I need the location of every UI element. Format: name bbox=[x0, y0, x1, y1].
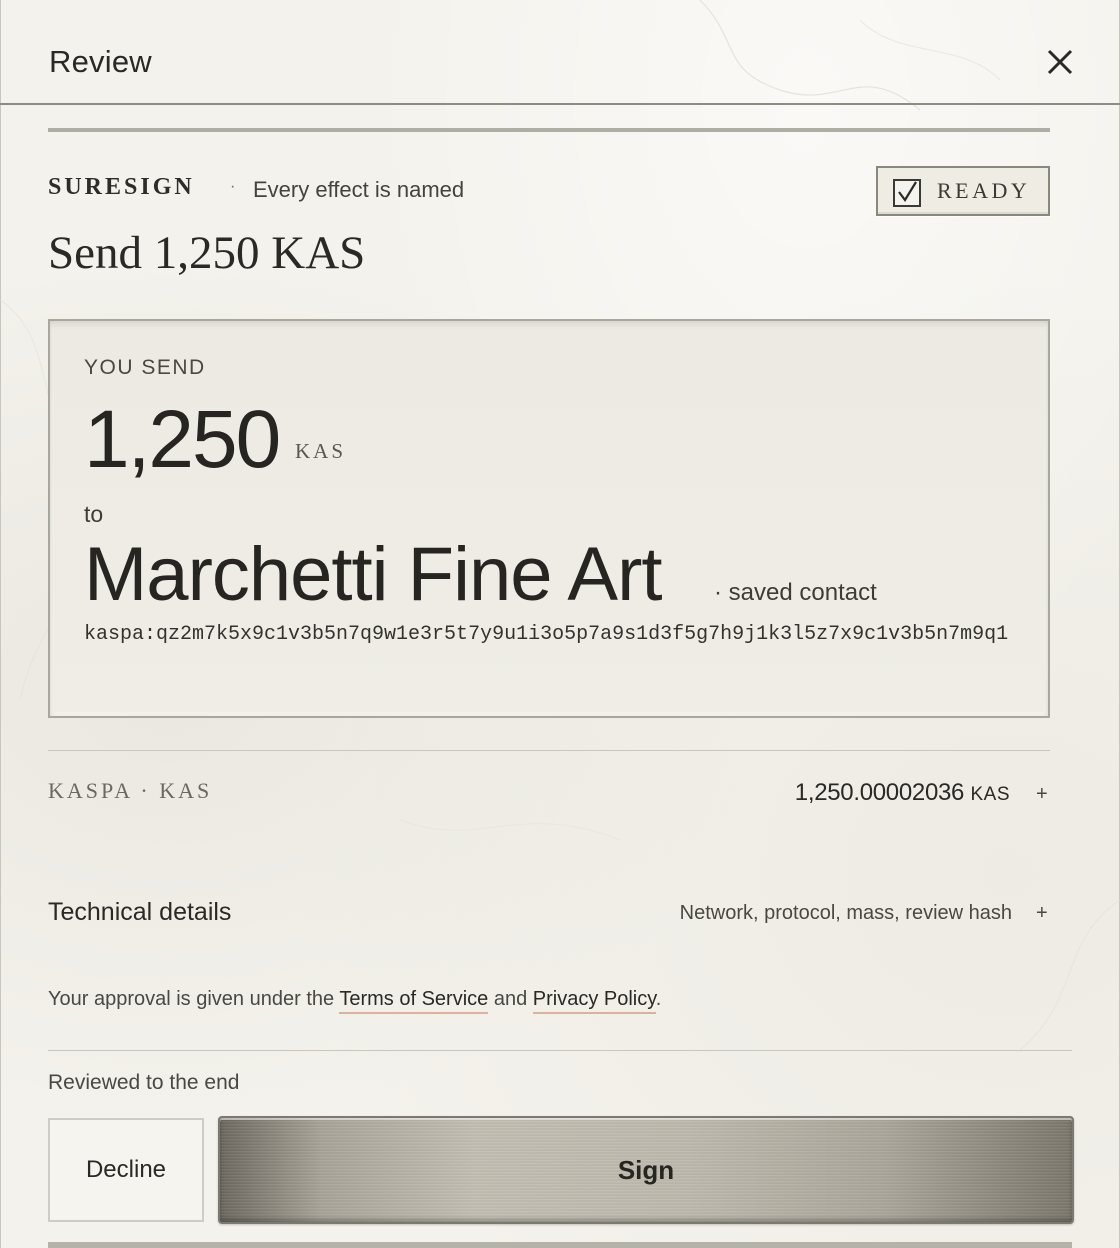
brand-name: SURESIGN bbox=[48, 174, 195, 200]
legal-prefix: Your approval is given under the bbox=[48, 988, 340, 1010]
asset-total-value: 1,250.00002036 bbox=[794, 779, 965, 806]
legal-notice: Your approval is given under the Terms o… bbox=[48, 988, 662, 1014]
send-summary-panel: YOU SEND 1,250 KAS to Marchetti Fine Art… bbox=[48, 319, 1050, 718]
reviewed-status: Reviewed to the end bbox=[48, 1071, 240, 1094]
technical-details-description: Network, protocol, mass, review hash bbox=[679, 902, 1012, 924]
ready-badge: READY bbox=[876, 166, 1050, 216]
you-send-label: YOU SEND bbox=[84, 356, 206, 379]
close-icon[interactable] bbox=[1040, 43, 1080, 83]
terms-of-service-link[interactable]: Terms of Service bbox=[339, 988, 489, 1014]
legal-middle: and bbox=[488, 988, 533, 1010]
send-amount: 1,250 bbox=[84, 394, 281, 485]
dialog-header: Review bbox=[0, 0, 1120, 105]
recipient-name: Marchetti Fine Art bbox=[84, 532, 663, 617]
sign-button[interactable]: Sign bbox=[218, 1116, 1074, 1224]
bottom-edge bbox=[48, 1242, 1072, 1248]
to-label: to bbox=[84, 501, 104, 527]
asset-label: KASPA · KAS bbox=[48, 778, 213, 803]
top-rule bbox=[48, 128, 1050, 132]
technical-details-title[interactable]: Technical details bbox=[48, 898, 231, 927]
send-unit: KAS bbox=[295, 439, 347, 463]
asset-total-unit: KAS bbox=[970, 784, 1010, 805]
brand-tagline: Every effect is named bbox=[253, 177, 465, 202]
transaction-headline: Send 1,250 KAS bbox=[48, 227, 366, 279]
expand-technical-icon[interactable]: + bbox=[1036, 902, 1048, 925]
legal-suffix: . bbox=[655, 988, 662, 1010]
asset-total: 1,250.00002036 KAS bbox=[795, 779, 1010, 807]
recipient-address: kaspa:qz2m7k5x9c1v3b5n7q9w1e3r5t7y9u1i3o… bbox=[84, 623, 1009, 646]
divider bbox=[48, 750, 1050, 751]
divider bbox=[48, 1050, 1072, 1051]
brand-separator: · bbox=[230, 178, 236, 195]
checkbox-checked-icon bbox=[893, 179, 921, 207]
ready-label: READY bbox=[937, 178, 1031, 203]
privacy-policy-link[interactable]: Privacy Policy bbox=[532, 988, 656, 1014]
decline-button[interactable]: Decline bbox=[48, 1118, 204, 1222]
saved-contact-note: · saved contact bbox=[714, 579, 877, 606]
expand-asset-icon[interactable]: + bbox=[1036, 783, 1048, 806]
dialog-title: Review bbox=[49, 44, 152, 79]
